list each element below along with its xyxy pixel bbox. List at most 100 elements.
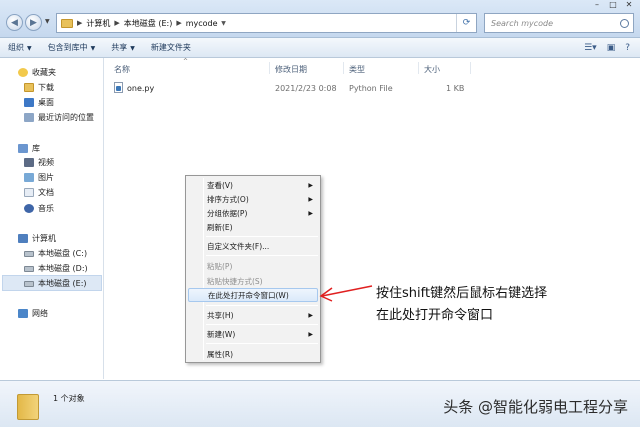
navigation-pane: 收藏夹 下载 桌面 最近访问的位置 库 视频 图片 文档 音乐 计算机 本地磁盘… [0,58,104,379]
breadcrumb-drive-e[interactable]: 本地磁盘 (E:) [124,18,173,29]
menu-separator [206,343,318,344]
chevron-right-icon[interactable]: ▶ [77,19,82,27]
nav-drive-e[interactable]: 本地磁盘 (E:) [24,278,87,289]
menu-item-open-command-window[interactable]: 在此处打开命令窗口(W) [188,288,318,302]
arrow-left-icon: ◀ [11,17,18,28]
column-header-modified[interactable]: 修改日期 [275,64,307,75]
python-file-icon [114,82,123,93]
nav-drive-d[interactable]: 本地磁盘 (D:) [24,263,88,274]
organize-button[interactable]: 组织 ▼ [0,42,40,53]
help-icon[interactable]: ? [625,43,630,53]
nav-computer[interactable]: 计算机 [18,233,56,244]
drive-icon [24,250,34,257]
chevron-up-icon[interactable]: ^ [183,58,188,65]
back-button[interactable]: ◀ [6,14,23,31]
forward-button[interactable]: ▶ [25,14,42,31]
desktop-icon [24,98,34,107]
submenu-arrow-icon: ▶ [308,181,313,189]
nav-recent[interactable]: 最近访问的位置 [24,112,94,123]
folder-icon [17,394,39,420]
share-button[interactable]: 共享 ▼ [103,42,143,53]
nav-drive-c[interactable]: 本地磁盘 (C:) [24,248,87,259]
menu-separator [206,324,318,325]
close-button[interactable]: ✕ [622,0,636,10]
nav-videos[interactable]: 视频 [24,157,54,168]
recent-places-icon [24,113,34,122]
view-controls: ☰▾ ▣ ? [584,43,640,53]
menu-item-refresh[interactable]: 刷新(E) [206,220,318,234]
include-in-library-button[interactable]: 包含到库中 ▼ [40,42,104,53]
menu-item-paste: 粘贴(P) [207,261,233,271]
network-icon [18,309,28,318]
watermark: 头条 @智能化弱电工程分享 [443,398,628,416]
chevron-right-icon[interactable]: ▶ [114,19,119,27]
menu-item-group-by[interactable]: 分组依据(P) ▶ [206,206,318,220]
command-bar: 组织 ▼ 包含到库中 ▼ 共享 ▼ 新建文件夹 ☰▾ ▣ ? [0,38,640,58]
menu-separator [206,255,318,256]
submenu-arrow-icon: ▶ [308,209,313,217]
column-divider[interactable] [343,62,344,74]
documents-icon [24,188,34,197]
nav-libraries[interactable]: 库 [18,143,40,154]
nav-favorites[interactable]: 收藏夹 [18,67,56,78]
computer-icon [18,234,28,243]
chevron-down-icon: ▼ [90,45,96,52]
chevron-down-icon: ▼ [27,45,32,52]
pictures-icon [24,173,34,182]
view-options-icon[interactable]: ☰▾ [584,43,597,53]
drive-icon [24,280,34,287]
menu-item-view[interactable]: 查看(V) ▶ [206,178,318,192]
chevron-down-icon: ▼ [130,45,135,52]
menu-item-share[interactable]: 共享(H) ▶ [206,308,318,322]
context-menu: 查看(V) ▶ 排序方式(O) ▶ 分组依据(P) ▶ 刷新(E) 自定义文件夹(F)… [185,175,321,363]
column-divider[interactable] [269,62,270,74]
search-input[interactable]: Search mycode [484,13,634,33]
maximize-button[interactable]: □ [606,0,620,10]
submenu-arrow-icon: ▶ [308,330,313,338]
nav-documents[interactable]: 文档 [24,187,54,198]
chevron-right-icon[interactable]: ▶ [176,19,181,27]
address-bar[interactable]: ▶ 计算机 ▶ 本地磁盘 (E:) ▶ mycode ▼ ⟳ [56,13,477,33]
music-icon [24,204,34,213]
nav-pictures[interactable]: 图片 [24,172,54,183]
column-header-size[interactable]: 大小 [424,64,440,75]
folder-icon [61,18,73,28]
menu-item-new[interactable]: 新建(W) ▶ [206,327,318,341]
column-divider[interactable] [470,62,471,74]
minimize-button[interactable]: – [590,0,604,10]
new-folder-button[interactable]: 新建文件夹 [143,42,199,53]
address-bar-area: ◀ ▶ ▼ ▶ 计算机 ▶ 本地磁盘 (E:) ▶ mycode ▼ ⟳ Sea… [0,0,640,38]
nav-downloads[interactable]: 下载 [24,82,54,93]
preview-pane-icon[interactable]: ▣ [607,43,616,53]
nav-desktop[interactable]: 桌面 [24,97,54,108]
refresh-icon[interactable]: ⟳ [456,14,476,32]
window-controls: – □ ✕ [590,0,636,10]
drive-icon [24,265,34,272]
nav-music[interactable]: 音乐 [24,203,54,214]
annotation-line-1: 按住shift键然后鼠标右键选择 [376,286,548,301]
column-header-type[interactable]: 类型 [349,64,365,75]
breadcrumb-computer[interactable]: 计算机 [86,18,110,29]
details-pane: 1 个对象 头条 @智能化弱电工程分享 [0,380,640,427]
recent-pages-dropdown[interactable]: ▼ [45,18,50,25]
submenu-arrow-icon: ▶ [308,195,313,203]
arrow-right-icon: ▶ [30,17,37,28]
nav-network[interactable]: 网络 [18,308,48,319]
breadcrumb-mycode[interactable]: mycode [186,19,218,28]
address-dropdown[interactable]: ▼ [218,20,230,27]
file-size: 1 KB [446,84,465,93]
search-placeholder: Search mycode [491,18,554,28]
downloads-icon [24,83,34,92]
search-icon[interactable] [620,18,629,28]
file-type: Python File [349,84,393,93]
menu-item-paste-shortcut: 粘贴快捷方式(S) [207,276,263,286]
menu-separator [206,305,318,306]
annotation-line-2: 在此处打开命令窗口 [376,308,494,323]
menu-item-customize-folder[interactable]: 自定义文件夹(F)... [206,239,318,253]
file-modified: 2021/2/23 0:08 [275,84,337,93]
videos-icon [24,158,34,167]
menu-item-properties[interactable]: 属性(R) [206,347,318,361]
column-header-name[interactable]: 名称 [114,64,130,75]
menu-item-sort-by[interactable]: 排序方式(O) ▶ [206,192,318,206]
column-divider[interactable] [418,62,419,74]
